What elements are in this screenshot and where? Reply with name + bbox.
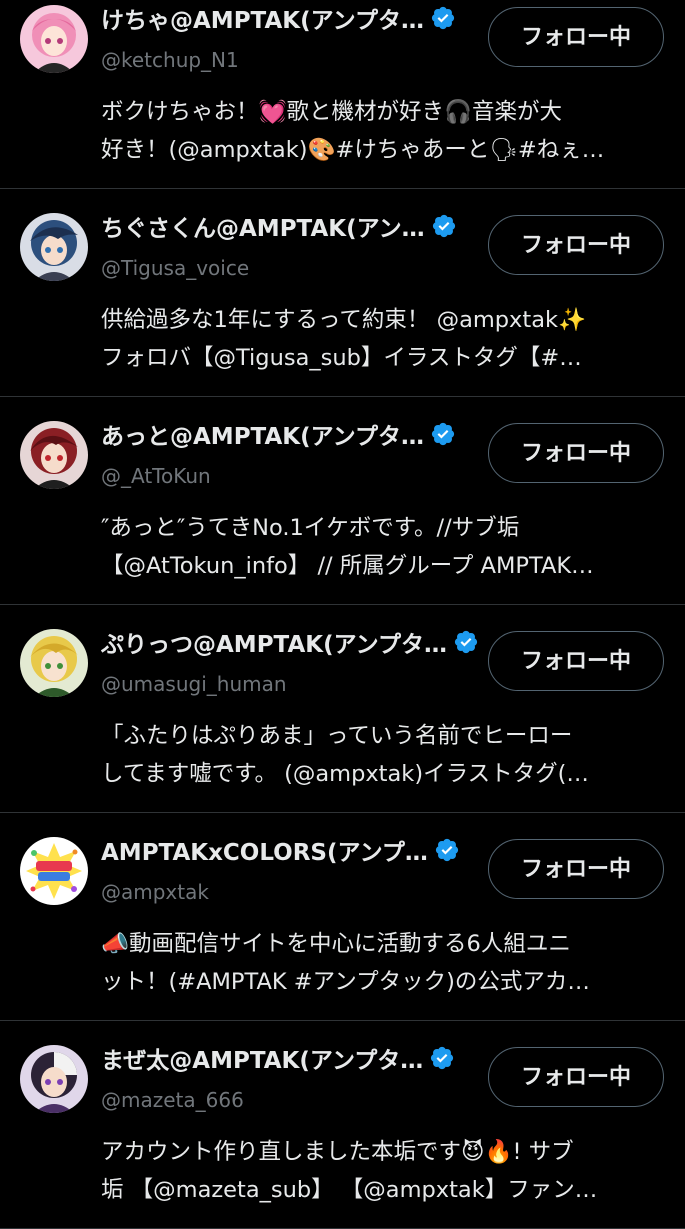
display-name[interactable]: けちゃ@AMPTAK(アンプタ… bbox=[101, 1, 424, 35]
user-bio: ″あっと″うてきNo.1イケボです。//サブ垢 【@AtTokun_info】 … bbox=[101, 509, 661, 585]
following-button[interactable]: フォロー中 bbox=[488, 7, 664, 67]
user-bio: 供給過多な1年にするって約束！ @ampxtak✨ フォロバ【@Tigusa_s… bbox=[101, 301, 661, 377]
name-line: けちゃ@AMPTAK(アンプタ… bbox=[101, 1, 456, 35]
following-button[interactable]: フォロー中 bbox=[488, 423, 664, 483]
bio-line: 好き！(@ampxtak)🎨#けちゃあーと🗣#ねぇ… bbox=[101, 137, 605, 163]
name-line: あっと@AMPTAK(アンプタ… bbox=[101, 417, 456, 451]
user-row[interactable]: まぜ太@AMPTAK(アンプタ… @mazeta_666 フォロー中 アカウント… bbox=[0, 1021, 685, 1229]
bio-line: してます嘘です。 (@ampxtak)イラストタグ(… bbox=[101, 761, 589, 787]
avatar[interactable] bbox=[20, 1045, 88, 1113]
avatar[interactable] bbox=[20, 5, 88, 73]
user-handle: @_AtToKun bbox=[101, 464, 211, 488]
blonde-hair-avatar-icon bbox=[20, 629, 88, 697]
following-button[interactable]: フォロー中 bbox=[488, 631, 664, 691]
avatar[interactable] bbox=[20, 629, 88, 697]
user-handle: @umasugi_human bbox=[101, 672, 287, 696]
user-row[interactable]: ちぐさくん@AMPTAK(アン… @Tigusa_voice フォロー中 供給過… bbox=[0, 189, 685, 397]
blue-hair-avatar-icon bbox=[20, 213, 88, 281]
display-name[interactable]: ちぐさくん@AMPTAK(アン… bbox=[101, 209, 425, 243]
bio-line: 供給過多な1年にするって約束！ @ampxtak✨ bbox=[101, 307, 587, 333]
red-hair-avatar-icon bbox=[20, 421, 88, 489]
avatar[interactable] bbox=[20, 213, 88, 281]
purple-hair-avatar-icon bbox=[20, 1045, 88, 1113]
pink-hair-avatar-icon bbox=[20, 5, 88, 73]
user-row[interactable]: AMPTAKxCOLORS(アンプ… @ampxtak フォロー中 📣動画配信サ… bbox=[0, 813, 685, 1021]
user-bio: 「ふたりはぷりあま」っていう名前でヒーロー してます嘘です。 (@ampxtak… bbox=[101, 717, 661, 793]
verified-badge-icon bbox=[435, 838, 459, 862]
verified-badge-icon bbox=[454, 630, 478, 654]
user-row[interactable]: あっと@AMPTAK(アンプタ… @_AtToKun フォロー中 ″あっと″うて… bbox=[0, 397, 685, 605]
bio-line: アカウント作り直しました本垢です😈🔥! サブ bbox=[101, 1139, 574, 1165]
user-handle: @ketchup_N1 bbox=[101, 48, 239, 72]
verified-badge-icon bbox=[432, 214, 455, 238]
avatar[interactable] bbox=[20, 421, 88, 489]
user-bio: ボクけちゃお！💓歌と機材が好き🎧音楽が大 好き！(@ampxtak)🎨#けちゃあ… bbox=[101, 93, 661, 169]
bio-line: ボクけちゃお！💓歌と機材が好き🎧音楽が大 bbox=[101, 99, 563, 125]
bio-line: ット！(#AMPTAK #アンプタック)の公式アカ… bbox=[101, 969, 590, 995]
user-row[interactable]: ぷりっつ@AMPTAK(アンプタ… @umasugi_human フォロー中 「… bbox=[0, 605, 685, 813]
following-button[interactable]: フォロー中 bbox=[488, 839, 664, 899]
name-line: まぜ太@AMPTAK(アンプタ… bbox=[101, 1041, 455, 1075]
verified-badge-icon bbox=[431, 1046, 454, 1070]
bio-line: 垢 【@mazeta_sub】 【@ampxtak】ファン… bbox=[101, 1177, 598, 1203]
name-line: ちぐさくん@AMPTAK(アン… bbox=[101, 209, 457, 243]
verified-badge-icon bbox=[431, 422, 455, 446]
display-name[interactable]: AMPTAKxCOLORS(アンプ… bbox=[101, 833, 428, 867]
display-name[interactable]: あっと@AMPTAK(アンプタ… bbox=[101, 417, 424, 451]
bio-line: 【@AtTokun_info】 // 所属グループ AMPTAK… bbox=[101, 553, 594, 579]
display-name[interactable]: まぜ太@AMPTAK(アンプタ… bbox=[101, 1041, 423, 1075]
user-handle: @Tigusa_voice bbox=[101, 256, 250, 280]
user-row[interactable]: けちゃ@AMPTAK(アンプタ… @ketchup_N1 フォロー中 ボクけちゃ… bbox=[0, 0, 685, 189]
following-list: けちゃ@AMPTAK(アンプタ… @ketchup_N1 フォロー中 ボクけちゃ… bbox=[0, 0, 685, 1229]
user-handle: @ampxtak bbox=[101, 880, 209, 904]
bio-line: 📣動画配信サイトを中心に活動する6人組ユニ bbox=[101, 931, 571, 957]
following-button[interactable]: フォロー中 bbox=[488, 215, 664, 275]
user-handle: @mazeta_666 bbox=[101, 1088, 244, 1112]
name-line: AMPTAKxCOLORS(アンプ… bbox=[101, 833, 460, 867]
display-name[interactable]: ぷりっつ@AMPTAK(アンプタ… bbox=[101, 625, 447, 659]
bio-line: 「ふたりはぷりあま」っていう名前でヒーロー bbox=[101, 723, 573, 749]
following-button[interactable]: フォロー中 bbox=[488, 1047, 664, 1107]
user-bio: 📣動画配信サイトを中心に活動する6人組ユニ ット！(#AMPTAK #アンプタッ… bbox=[101, 925, 661, 1001]
name-line: ぷりっつ@AMPTAK(アンプタ… bbox=[101, 625, 479, 659]
bio-line: ″あっと″うてきNo.1イケボです。//サブ垢 bbox=[101, 515, 520, 541]
bio-line: フォロバ【@Tigusa_sub】イラストタグ【#… bbox=[101, 345, 582, 371]
user-bio: アカウント作り直しました本垢です😈🔥! サブ 垢 【@mazeta_sub】 【… bbox=[101, 1133, 661, 1209]
verified-badge-icon bbox=[431, 6, 455, 30]
amptak-colors-logo-icon bbox=[20, 837, 88, 905]
avatar[interactable] bbox=[20, 837, 88, 905]
